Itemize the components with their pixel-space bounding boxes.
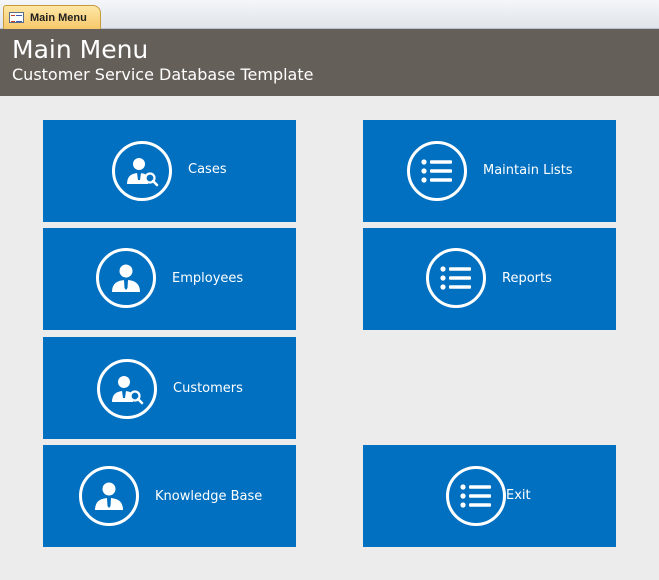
list-icon	[426, 248, 486, 308]
person-icon	[96, 248, 156, 308]
page-title: Main Menu	[12, 35, 149, 64]
employees-label: Employees	[172, 271, 244, 286]
page-subtitle: Customer Service Database Template	[12, 65, 314, 84]
knowledge-base-label: Knowledge Base	[155, 489, 263, 504]
person-search-icon	[97, 359, 157, 419]
person-icon	[79, 466, 139, 526]
form-icon	[9, 12, 24, 23]
cases-button[interactable]: Cases	[43, 120, 296, 222]
knowledge-base-button[interactable]: Knowledge Base	[43, 445, 296, 547]
maintain-lists-button[interactable]: Maintain Lists	[363, 120, 616, 222]
customers-label: Customers	[173, 381, 243, 396]
reports-button[interactable]: Reports	[363, 228, 616, 330]
form-header: Main Menu Customer Service Database Temp…	[0, 29, 659, 96]
list-icon	[446, 466, 506, 526]
list-icon	[407, 141, 467, 201]
tab-label: Main Menu	[30, 11, 87, 24]
exit-label: Exit	[506, 488, 531, 503]
tab-main-menu[interactable]: Main Menu	[3, 5, 101, 29]
maintain-lists-label: Maintain Lists	[483, 163, 573, 178]
document-tab-strip: Main Menu	[0, 0, 659, 29]
reports-label: Reports	[502, 271, 552, 286]
person-search-icon	[112, 141, 172, 201]
cases-label: Cases	[188, 162, 227, 177]
employees-button[interactable]: Employees	[43, 228, 296, 330]
exit-button[interactable]: Exit	[363, 445, 616, 547]
customers-button[interactable]: Customers	[43, 337, 296, 439]
